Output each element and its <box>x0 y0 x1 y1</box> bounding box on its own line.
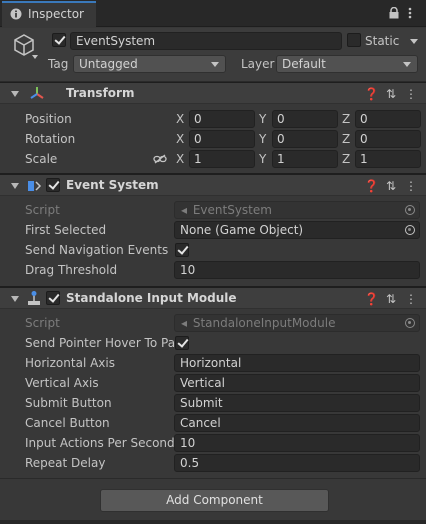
module-field-label: Submit Button <box>25 396 112 410</box>
module-field-input[interactable]: Horizontal <box>174 354 420 372</box>
tag-label: Tag <box>48 57 69 71</box>
event-system-icon <box>26 178 42 194</box>
fold-arrow-icon[interactable] <box>11 296 19 302</box>
first-selected-label: First Selected <box>25 223 107 237</box>
object-name-input[interactable]: EventSystem <box>70 32 342 50</box>
transform-axes-icon <box>29 85 45 101</box>
module-field-input[interactable]: 0.5 <box>174 454 420 472</box>
send-pointer-hover-checkbox[interactable] <box>175 336 189 350</box>
active-toggle[interactable] <box>52 33 66 47</box>
script-value: StandaloneInputModule <box>192 316 336 330</box>
static-label: Static <box>365 34 400 48</box>
bottom-edge <box>0 520 426 524</box>
footer-divider <box>0 478 426 479</box>
object-picker-icon[interactable] <box>405 318 415 328</box>
script-file-icon: ◂ <box>181 316 188 330</box>
script-label: Script <box>25 203 60 217</box>
axis-label-z[interactable]: Z <box>342 152 350 166</box>
add-component-button[interactable]: Add Component <box>100 489 329 512</box>
static-dropdown-arrow[interactable] <box>410 39 418 44</box>
script-value: EventSystem <box>192 203 272 217</box>
script-field: ◂ StandaloneInputModule <box>174 314 420 332</box>
object-picker-icon[interactable] <box>405 225 415 235</box>
event-system-header[interactable]: Event System ❓ ⇅ ⋮ <box>0 174 426 196</box>
transform-header[interactable]: Transform ❓ ⇅ ⋮ <box>0 82 426 104</box>
input-module-title: Standalone Input Module <box>66 291 237 305</box>
drag-threshold-label: Drag Threshold <box>25 263 118 277</box>
module-field-label: Input Actions Per Second <box>25 436 175 450</box>
transform-z-input[interactable]: 0 <box>355 110 421 128</box>
first-selected-field[interactable]: None (Game Object) <box>174 221 420 239</box>
transform-y-input[interactable]: 0 <box>272 110 338 128</box>
tag-dropdown[interactable]: Untagged <box>73 55 226 73</box>
tab-label: Inspector <box>28 7 84 21</box>
chevron-down-icon[interactable] <box>32 55 38 59</box>
module-field-label: Vertical Axis <box>25 376 99 390</box>
fold-arrow-icon[interactable] <box>11 183 19 189</box>
help-icon[interactable]: ❓ <box>364 292 379 306</box>
static-checkbox[interactable] <box>347 33 361 47</box>
input-module-enabled-checkbox[interactable] <box>46 291 60 305</box>
script-file-icon: ◂ <box>181 203 188 217</box>
transform-row-label: Position <box>25 112 72 126</box>
module-field-input[interactable]: Submit <box>174 394 420 412</box>
event-system-title: Event System <box>66 178 159 192</box>
transform-title: Transform <box>66 86 135 100</box>
layer-dropdown[interactable]: Default <box>276 55 418 73</box>
axis-label-x[interactable]: X <box>176 132 184 146</box>
axis-label-y[interactable]: Y <box>259 112 266 126</box>
module-field-input[interactable]: 10 <box>174 434 420 452</box>
kebab-menu-icon[interactable]: ⋮ <box>404 179 418 193</box>
link-icon[interactable] <box>153 153 167 165</box>
preset-sliders-icon[interactable]: ⇅ <box>384 292 398 306</box>
lock-icon[interactable] <box>388 6 400 20</box>
transform-x-input[interactable]: 0 <box>189 130 255 148</box>
kebab-menu-icon[interactable]: ⋮ <box>404 87 418 101</box>
module-field-input[interactable]: Cancel <box>174 414 420 432</box>
module-field-label: Horizontal Axis <box>25 356 115 370</box>
kebab-menu-icon[interactable] <box>406 6 414 20</box>
tab-inspector[interactable]: Inspector <box>2 1 96 27</box>
script-field: ◂ EventSystem <box>174 201 420 219</box>
script-label: Script <box>25 316 60 330</box>
help-icon[interactable]: ❓ <box>364 179 379 193</box>
transform-z-input[interactable]: 1 <box>355 150 421 168</box>
axis-label-z[interactable]: Z <box>342 132 350 146</box>
send-navigation-checkbox[interactable] <box>175 243 189 257</box>
send-pointer-hover-label: Send Pointer Hover To Par <box>25 336 175 350</box>
axis-label-z[interactable]: Z <box>342 112 350 126</box>
send-navigation-label: Send Navigation Events <box>25 243 169 257</box>
transform-row-label: Rotation <box>25 132 76 146</box>
axis-label-y[interactable]: Y <box>259 132 266 146</box>
layer-label: Layer <box>241 57 275 71</box>
kebab-menu-icon[interactable]: ⋮ <box>404 292 418 306</box>
help-icon[interactable]: ❓ <box>364 87 379 101</box>
module-field-input[interactable]: Vertical <box>174 374 420 392</box>
transform-x-input[interactable]: 0 <box>189 110 255 128</box>
fold-arrow-icon[interactable] <box>11 91 19 97</box>
module-field-label: Repeat Delay <box>25 456 106 470</box>
info-icon <box>10 8 22 20</box>
axis-label-x[interactable]: X <box>176 112 184 126</box>
transform-y-input[interactable]: 0 <box>272 130 338 148</box>
transform-row-label: Scale <box>25 152 58 166</box>
drag-threshold-input[interactable]: 10 <box>174 261 420 279</box>
transform-z-input[interactable]: 0 <box>355 130 421 148</box>
transform-y-input[interactable]: 1 <box>272 150 338 168</box>
joystick-icon <box>26 290 42 306</box>
axis-label-x[interactable]: X <box>176 152 184 166</box>
event-system-enabled-checkbox[interactable] <box>46 178 60 192</box>
input-module-header[interactable]: Standalone Input Module ❓ ⇅ ⋮ <box>0 287 426 309</box>
module-field-label: Cancel Button <box>25 416 110 430</box>
axis-label-y[interactable]: Y <box>259 152 266 166</box>
object-picker-icon[interactable] <box>405 205 415 215</box>
preset-sliders-icon[interactable]: ⇅ <box>384 87 398 101</box>
preset-sliders-icon[interactable]: ⇅ <box>384 179 398 193</box>
transform-x-input[interactable]: 1 <box>189 150 255 168</box>
